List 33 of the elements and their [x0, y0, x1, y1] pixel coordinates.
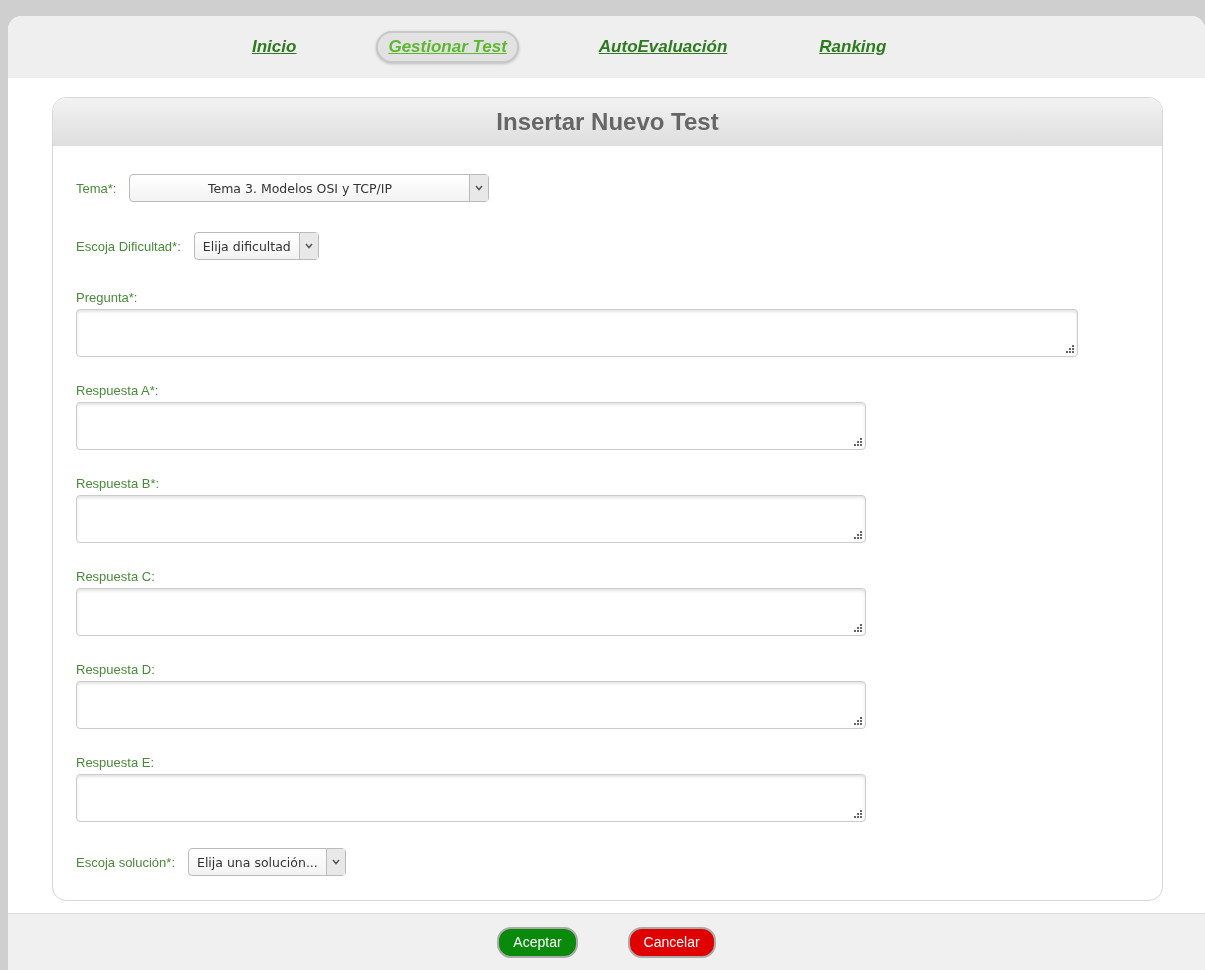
- resize-grip-icon: [854, 531, 862, 539]
- field-label: Escoja Dificultad*:: [76, 238, 181, 254]
- dropdown[interactable]: Tema 3. Modelos OSI y TCP/IP: [129, 174, 490, 202]
- panel-title: Insertar Nuevo Test: [496, 108, 719, 136]
- field-label: Pregunta*:: [76, 290, 139, 305]
- field-label: Tema*:: [76, 180, 117, 196]
- field-label: Respuesta B*:: [76, 476, 161, 491]
- field-label: Escoja solución*:: [76, 854, 175, 870]
- dropdown[interactable]: Elija una solución...: [188, 848, 346, 876]
- field-label: Respuesta A*:: [76, 383, 160, 398]
- cancel-button[interactable]: Cancelar: [627, 926, 716, 958]
- nav-link[interactable]: Inicio: [240, 31, 309, 63]
- resize-grip-icon: [854, 717, 862, 725]
- text-area[interactable]: [76, 681, 866, 729]
- resize-grip-icon: [854, 624, 862, 632]
- text-area[interactable]: [76, 588, 866, 636]
- field-label: Respuesta E:: [76, 755, 156, 770]
- resize-grip-icon: [1066, 345, 1074, 353]
- resize-grip-icon: [854, 810, 862, 818]
- text-area[interactable]: [76, 495, 866, 543]
- text-area[interactable]: [76, 774, 866, 822]
- dropdown[interactable]: Elija dificultad: [193, 232, 319, 260]
- caret-icon: [331, 859, 340, 865]
- field-label: Respuesta D:: [76, 662, 156, 677]
- field-label: Respuesta C:: [76, 569, 156, 584]
- text-area[interactable]: [76, 402, 866, 450]
- caret-icon: [304, 243, 313, 249]
- caret-icon: [475, 185, 484, 191]
- resize-grip-icon: [854, 438, 862, 446]
- text-area[interactable]: [76, 309, 1078, 357]
- accept-button[interactable]: Aceptar: [497, 926, 578, 958]
- nav-link[interactable]: AutoEvaluación: [586, 31, 740, 63]
- nav-link[interactable]: Ranking: [807, 31, 899, 63]
